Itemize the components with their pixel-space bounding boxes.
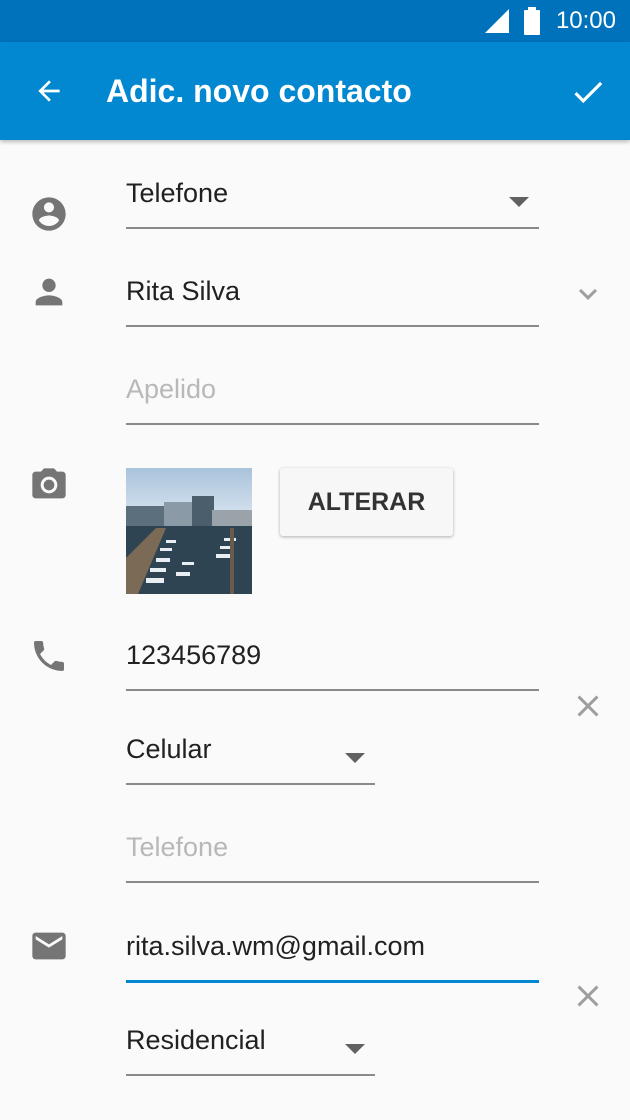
close-icon — [577, 695, 599, 717]
dropdown-arrow-icon — [509, 197, 529, 207]
close-icon — [577, 985, 599, 1007]
surname-placeholder: Apelido — [126, 374, 217, 404]
save-button[interactable] — [562, 66, 614, 118]
harbor-photo-image — [126, 468, 252, 594]
phone-value: 123456789 — [126, 640, 262, 670]
back-button[interactable] — [24, 66, 74, 116]
battery-icon — [523, 7, 540, 35]
phone-icon — [29, 636, 69, 676]
status-icons: 10:00 — [484, 0, 616, 42]
account-select[interactable]: Telefone — [126, 178, 539, 229]
phone-type-value: Celular — [126, 734, 212, 764]
account-circle-icon — [29, 194, 69, 234]
dropdown-arrow-icon — [345, 753, 365, 763]
contact-photo[interactable] — [126, 468, 252, 594]
status-bar: 10:00 — [0, 0, 630, 42]
arrow-back-icon — [38, 80, 60, 102]
email-field[interactable]: rita.silva.wm@gmail.com — [126, 922, 539, 983]
surname-field[interactable]: Apelido — [126, 366, 539, 425]
email-value: rita.silva.wm@gmail.com — [126, 931, 425, 961]
remove-email-button[interactable] — [568, 976, 608, 1016]
check-icon — [574, 81, 603, 104]
email-type-value: Residencial — [126, 1025, 266, 1055]
page-title: Adic. novo contacto — [106, 73, 412, 109]
expand-name-button[interactable] — [568, 274, 608, 314]
email-type-select[interactable]: Residencial — [126, 1016, 375, 1076]
chevron-down-icon — [579, 288, 597, 300]
phone-type-select[interactable]: Celular — [126, 726, 375, 785]
person-icon — [29, 272, 69, 312]
name-value: Rita Silva — [126, 276, 241, 306]
dropdown-arrow-icon — [345, 1044, 365, 1054]
email-icon — [29, 926, 69, 966]
app-bar: Adic. novo contacto — [0, 42, 630, 140]
new-phone-field[interactable]: Telefone — [126, 824, 539, 883]
clock: 10:00 — [555, 7, 616, 34]
name-field[interactable]: Rita Silva — [126, 268, 539, 327]
signal-icon — [484, 9, 509, 33]
change-photo-button[interactable]: ALTERAR — [280, 468, 453, 536]
account-value: Telefone — [126, 178, 229, 208]
remove-phone-button[interactable] — [568, 686, 608, 726]
phone-field[interactable]: 123456789 — [126, 632, 539, 691]
camera-icon — [29, 465, 69, 505]
new-phone-placeholder: Telefone — [126, 832, 229, 862]
